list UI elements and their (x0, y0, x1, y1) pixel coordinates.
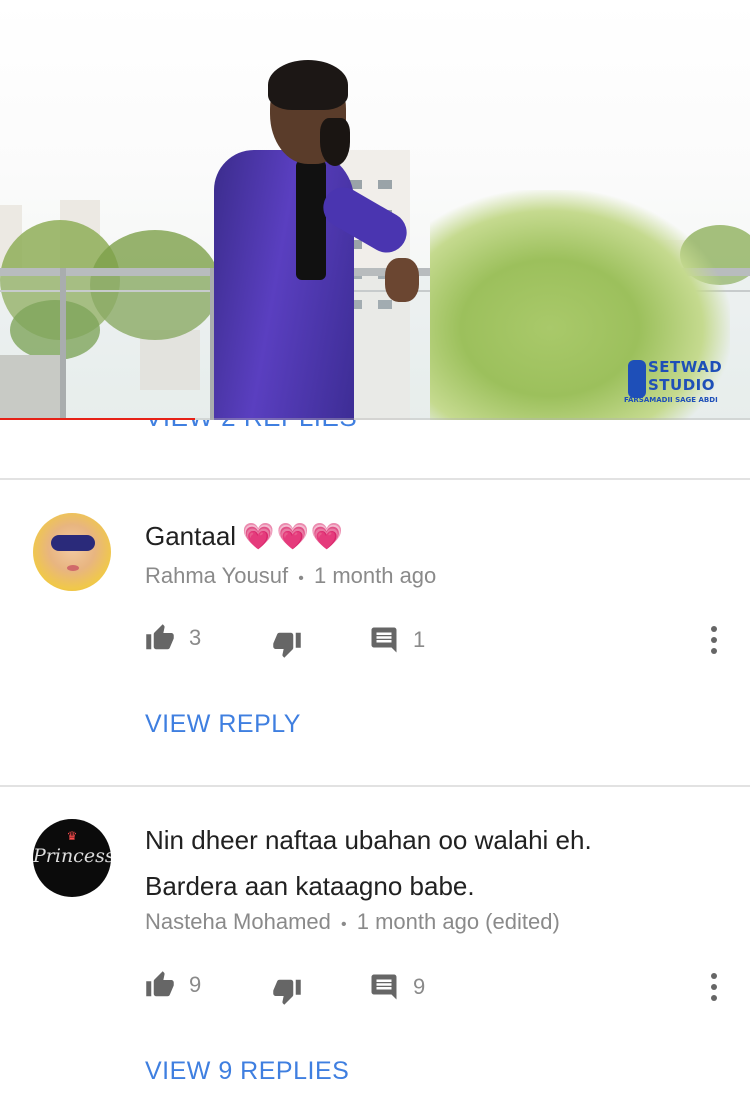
logo-s-mark (628, 360, 646, 398)
more-vert-icon[interactable] (706, 626, 722, 656)
like-count: 9 (189, 972, 202, 997)
comment: Gantaal 💗💗💗 Rahma Yousuf • 1 month ago 3 … (0, 480, 750, 786)
railing-post (60, 268, 66, 420)
logo-line-3: FARSAMADII SAGE ABDI (624, 396, 718, 404)
comment-icon (371, 627, 397, 653)
dislike-button[interactable] (272, 626, 302, 662)
view-replies-link[interactable]: VIEW REPLY (145, 710, 301, 739)
reply-count: 1 (413, 627, 426, 652)
thumb-up-icon (146, 971, 174, 997)
like-count: 3 (189, 625, 202, 650)
comment: ♛ Princess Nin dheer naftaa ubahan oo wa… (0, 787, 750, 1120)
comment-icon (371, 974, 397, 1000)
thumb-up-icon (146, 624, 174, 650)
crown-icon: ♛ (66, 829, 78, 843)
dislike-button[interactable] (272, 973, 302, 1009)
heart-emojis: 💗💗💗 (242, 521, 346, 551)
logo-line-1: SETWAD (648, 358, 723, 376)
like-button[interactable]: 9 (145, 967, 201, 1003)
person-hair (268, 60, 348, 110)
avatar[interactable]: ♛ Princess (33, 819, 111, 897)
thumb-down-icon (273, 979, 301, 1005)
avatar-text: Princess (33, 845, 111, 867)
person-shirt (296, 160, 326, 280)
meta-separator: • (341, 916, 347, 933)
progress-played[interactable] (0, 418, 195, 420)
reply-count: 9 (413, 974, 426, 999)
comment-meta: Rahma Yousuf • 1 month ago (145, 563, 436, 589)
sunglasses (51, 535, 95, 551)
person-hand (385, 258, 419, 302)
studio-logo: SETWAD STUDIO FARSAMADII SAGE ABDI (624, 356, 730, 406)
comment-time: 1 month ago (313, 563, 437, 588)
comment-text: Gantaal 💗💗💗 (145, 513, 345, 559)
thumb-down-icon (273, 632, 301, 658)
reply-button[interactable]: 9 (369, 969, 425, 1005)
like-button[interactable]: 3 (145, 620, 201, 656)
more-vert-icon[interactable] (706, 973, 722, 1003)
logo-line-2: STUDIO (648, 376, 715, 394)
lips (67, 565, 79, 571)
comment-body: Gantaal (145, 521, 237, 551)
reply-button[interactable]: 1 (369, 622, 425, 658)
meta-separator: • (298, 570, 304, 587)
comment-time: 1 month ago (edited) (356, 909, 560, 934)
comment-meta: Nasteha Mohamed • 1 month ago (edited) (145, 909, 560, 935)
person-beard (320, 118, 350, 166)
view-replies-link[interactable]: VIEW 9 REPLIES (145, 1057, 349, 1086)
video-player[interactable]: SETWAD STUDIO FARSAMADII SAGE ABDI (0, 0, 750, 420)
avatar[interactable] (33, 513, 111, 591)
author-name[interactable]: Nasteha Mohamed (145, 909, 331, 934)
comment-text: Nin dheer naftaa ubahan oo walahi eh. Ba… (145, 825, 592, 901)
author-name[interactable]: Rahma Yousuf (145, 563, 288, 588)
